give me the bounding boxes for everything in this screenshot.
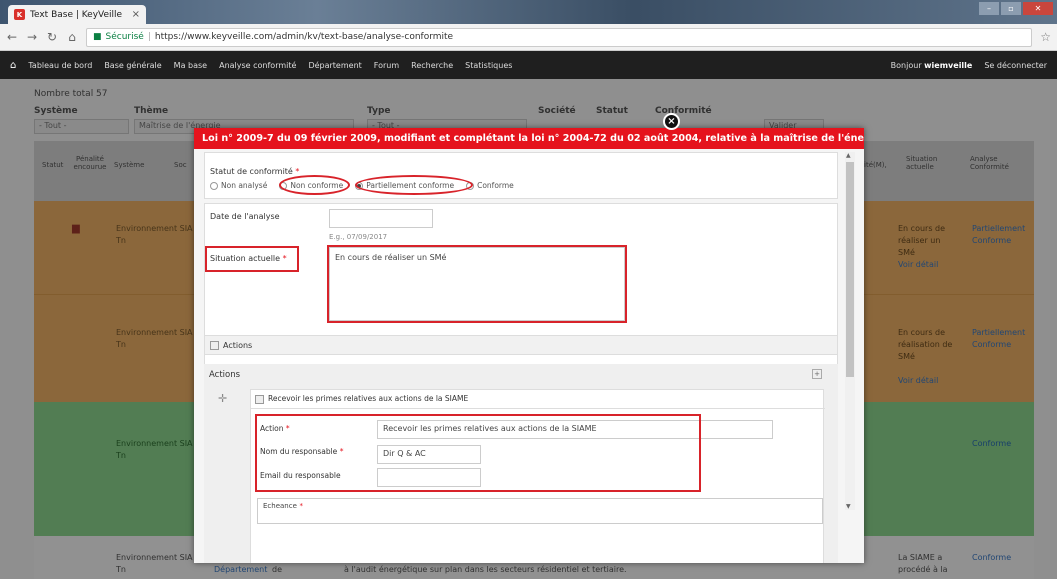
logout-link[interactable]: Se déconnecter xyxy=(984,61,1047,70)
url-separator: | xyxy=(147,32,151,42)
reload-icon[interactable]: ↻ xyxy=(46,30,58,44)
radio-conforme[interactable]: Conforme xyxy=(466,181,514,190)
statut-label: Statut de conformité * xyxy=(210,167,300,176)
tab-title: Text Base | KeyVeille xyxy=(30,9,123,20)
actions-collapsible-header[interactable]: Actions xyxy=(204,335,838,355)
forward-icon[interactable]: → xyxy=(26,30,38,44)
scroll-thumb[interactable] xyxy=(846,162,854,377)
maximize-icon[interactable]: ▫ xyxy=(1001,2,1021,15)
nav-item-analyse-conformite[interactable]: Analyse conformité xyxy=(219,61,296,70)
actions-title: Actions xyxy=(209,370,241,380)
secure-label: Sécurisé xyxy=(105,32,144,42)
url-input[interactable]: ■ Sécurisé | https://www.keyveille.com/a… xyxy=(86,27,1033,47)
collapse-box-icon xyxy=(255,394,264,404)
scroll-down-icon[interactable]: ▼ xyxy=(846,503,851,510)
tab-close-icon[interactable]: × xyxy=(132,9,140,20)
modal-scrollbar[interactable]: ▲ ▼ xyxy=(845,152,855,510)
nav-item-statistiques[interactable]: Statistiques xyxy=(465,61,512,70)
actions-block: Actions + ✛ Recevoir les primes relative… xyxy=(204,364,838,563)
highlight-ellipse-non-conforme xyxy=(279,175,350,195)
action-item-title[interactable]: Recevoir les primes relatives aux action… xyxy=(255,394,468,404)
url-text: https://www.keyveille.com/admin/kv/text-… xyxy=(154,32,454,42)
date-label: Date de l'analyse xyxy=(210,212,280,221)
browser-tab-bar: K Text Base | KeyVeille × – ▫ ✕ xyxy=(0,0,1057,24)
home-browser-icon[interactable]: ⌂ xyxy=(66,30,78,44)
nav-item-tableau-de-bord[interactable]: Tableau de bord xyxy=(28,61,92,70)
conformity-modal: Loi n° 2009-7 du 09 février 2009, modifi… xyxy=(194,128,864,563)
lock-icon: ■ xyxy=(93,32,102,42)
address-bar: ← → ↻ ⌂ ■ Sécurisé | https://www.keyveil… xyxy=(0,24,1057,51)
highlight-box-situation-textarea xyxy=(327,245,627,323)
date-hint: E.g., 07/09/2017 xyxy=(329,233,388,241)
minimize-icon[interactable]: – xyxy=(979,2,999,15)
date-input[interactable] xyxy=(329,209,433,228)
action-item-panel: Recevoir les primes relatives aux action… xyxy=(250,389,825,563)
nav-item-ma-base[interactable]: Ma base xyxy=(174,61,207,70)
window-controls: – ▫ ✕ xyxy=(979,2,1053,15)
collapse-box-icon xyxy=(210,341,219,350)
drag-plus-icon[interactable]: ✛ xyxy=(218,392,227,405)
nav-user-area: Bonjour wiemveille Se déconnecter xyxy=(891,61,1047,70)
browser-tab[interactable]: K Text Base | KeyVeille × xyxy=(8,5,146,24)
echeance-field[interactable]: Echeance * xyxy=(257,498,823,524)
nav-item-base-generale[interactable]: Base générale xyxy=(104,61,161,70)
user-greeting: Bonjour wiemveille xyxy=(890,60,973,70)
highlight-ellipse-partiellement-conforme xyxy=(355,175,473,195)
nav-item-forum[interactable]: Forum xyxy=(374,61,399,70)
username: wiemveille xyxy=(924,60,973,70)
window-close-icon[interactable]: ✕ xyxy=(1023,2,1053,15)
modal-close-icon[interactable]: × xyxy=(663,113,680,130)
highlight-box-action-fields xyxy=(255,414,701,492)
radio-non-analyse[interactable]: Non analysé xyxy=(210,181,267,190)
modal-title: Loi n° 2009-7 du 09 février 2009, modifi… xyxy=(194,128,864,149)
scroll-up-icon[interactable]: ▲ xyxy=(846,152,851,159)
statut-panel: Statut de conformité * Non analysé Non c… xyxy=(204,152,838,199)
nav-item-recherche[interactable]: Recherche xyxy=(411,61,453,70)
radio-non-analyse-dot[interactable] xyxy=(210,181,218,190)
back-icon[interactable]: ← xyxy=(6,30,18,44)
divider xyxy=(251,408,825,409)
modal-body: Statut de conformité * Non analysé Non c… xyxy=(194,149,864,563)
keyveille-favicon-icon: K xyxy=(14,9,25,20)
expand-icon[interactable]: + xyxy=(812,369,822,379)
highlight-box-situation-label xyxy=(205,246,299,272)
nav-item-departement[interactable]: Département xyxy=(308,61,361,70)
bookmark-star-icon[interactable]: ☆ xyxy=(1040,30,1051,44)
home-icon[interactable]: ⌂ xyxy=(10,60,16,71)
actions-section-title: Actions xyxy=(210,341,252,350)
app-navbar: ⌂ Tableau de bord Base générale Ma base … xyxy=(0,51,1057,79)
